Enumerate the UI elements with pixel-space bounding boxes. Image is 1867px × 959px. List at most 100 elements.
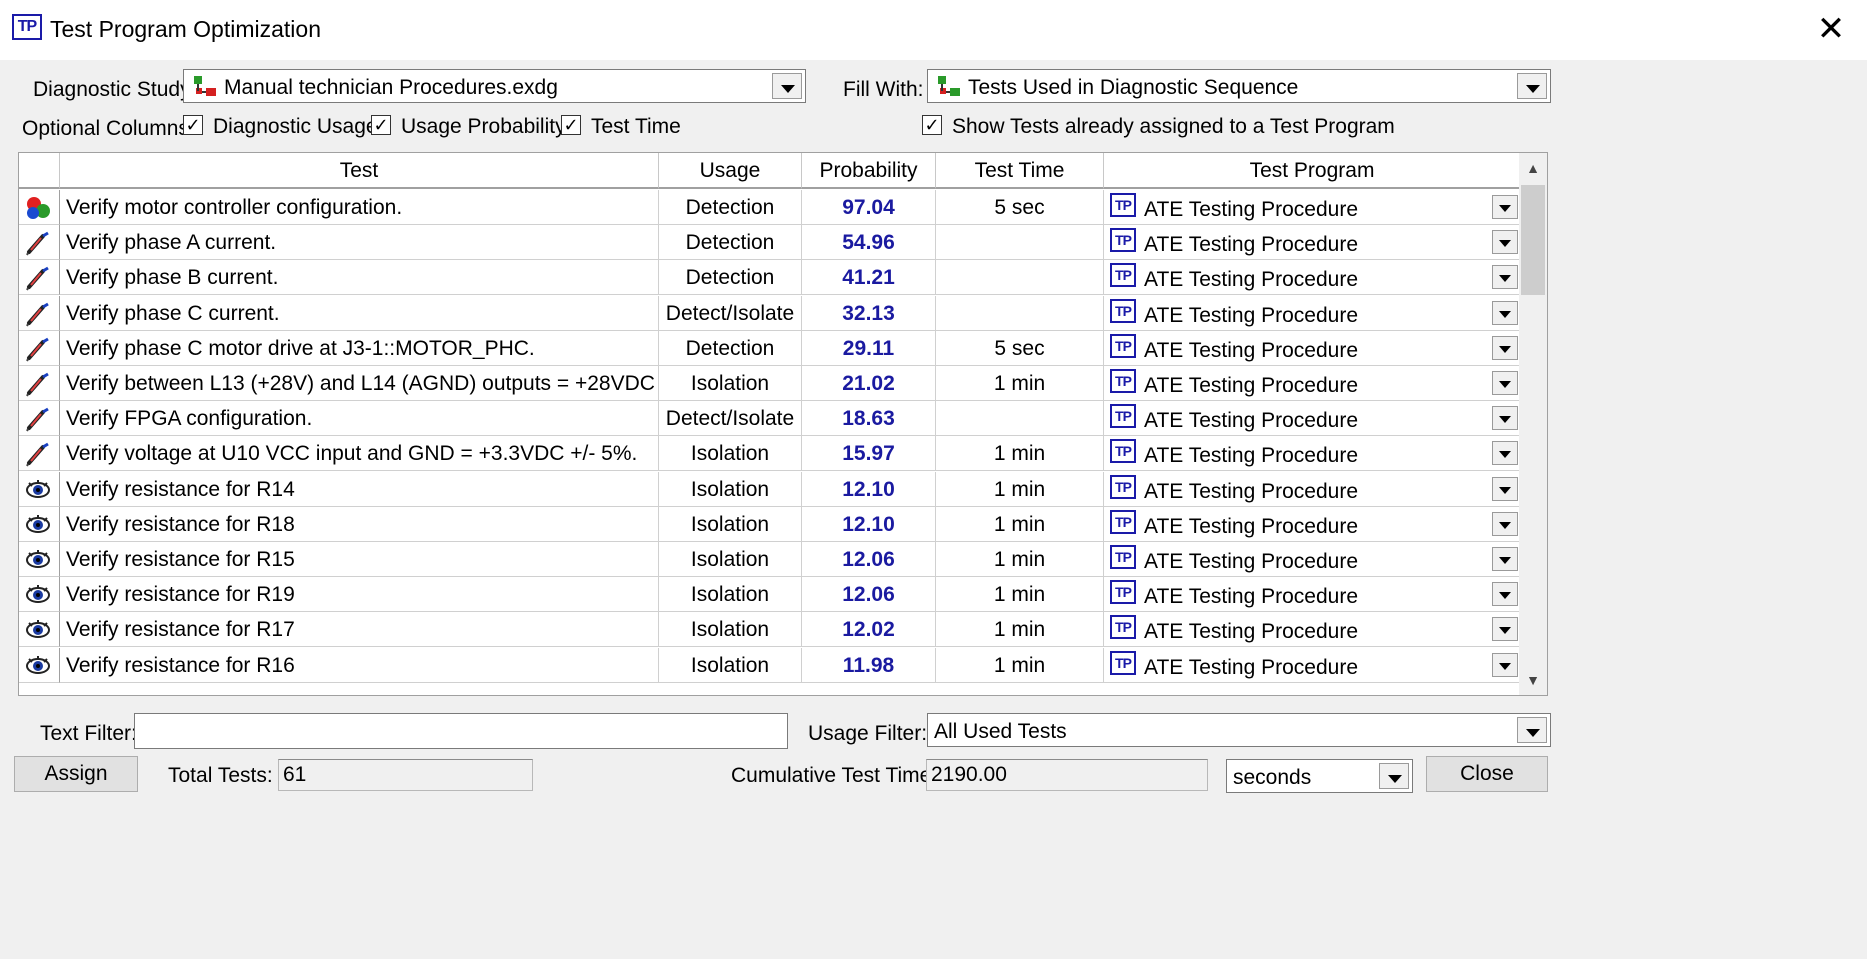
table-row[interactable]: Verify resistance for R18 Isolation 12.10 1… [19, 506, 1521, 542]
chevron-down-icon[interactable] [1492, 582, 1518, 607]
test-program-cell[interactable]: TP ATE Testing Procedure [1104, 330, 1521, 366]
test-program-value: ATE Testing Procedure [1144, 198, 1358, 221]
assign-button[interactable]: Assign [14, 756, 138, 792]
test-name-cell[interactable]: Verify phase B current. [60, 260, 659, 296]
probe-icon [26, 267, 49, 291]
test-name-cell[interactable]: Verify phase C current. [60, 295, 659, 331]
time-unit-select[interactable]: seconds [1226, 759, 1413, 793]
chevron-down-icon[interactable] [1492, 476, 1518, 501]
scroll-thumb[interactable] [1521, 185, 1545, 295]
header-probability[interactable]: Probability [802, 153, 936, 189]
table-row[interactable]: Verify resistance for R17 Isolation 12.02 1… [19, 612, 1521, 648]
chevron-down-icon[interactable] [1492, 617, 1518, 642]
show-assigned-checkbox[interactable]: ✓ [922, 115, 942, 135]
chevron-down-icon[interactable] [1492, 195, 1518, 219]
test-program-cell[interactable]: TP ATE Testing Procedure [1104, 612, 1521, 648]
header-test[interactable]: Test [60, 153, 659, 189]
chevron-down-icon[interactable] [1492, 511, 1518, 536]
test-name-cell[interactable]: Verify voltage at U10 VCC input and GND … [60, 436, 659, 472]
fill-with-select[interactable]: Tests Used in Diagnostic Sequence [927, 69, 1551, 103]
chevron-down-icon[interactable] [1492, 230, 1518, 255]
header-test-time[interactable]: Test Time [936, 153, 1104, 189]
tp-program-icon: TP [1110, 545, 1136, 569]
scroll-up-icon[interactable]: ▲ [1519, 153, 1547, 183]
chevron-down-icon[interactable] [1517, 73, 1547, 99]
chevron-down-icon[interactable] [1492, 371, 1518, 395]
chevron-down-icon[interactable] [1492, 406, 1518, 431]
row-icon-cell [19, 436, 60, 472]
usage-probability-checkbox[interactable]: ✓ [371, 115, 391, 135]
text-filter-input[interactable] [134, 713, 788, 749]
usage-cell: Detection [659, 330, 802, 366]
table-row[interactable]: Verify phase C motor drive at J3-1::MOTO… [19, 330, 1521, 366]
table-row[interactable]: Verify phase B current. Detection 41.21 TP A… [19, 260, 1521, 296]
test-program-cell[interactable]: TP ATE Testing Procedure [1104, 190, 1521, 225]
chevron-down-icon[interactable] [1492, 547, 1518, 571]
test-program-cell[interactable]: TP ATE Testing Procedure [1104, 577, 1521, 613]
test-time-checkbox[interactable]: ✓ [561, 115, 581, 135]
test-name-cell[interactable]: Verify resistance for R14 [60, 471, 659, 507]
chevron-down-icon[interactable] [1492, 300, 1518, 325]
test-program-cell[interactable]: TP ATE Testing Procedure [1104, 647, 1521, 683]
table-row[interactable]: Verify between L13 (+28V) and L14 (AGND)… [19, 366, 1521, 401]
table-row[interactable]: Verify resistance for R19 Isolation 12.06 1… [19, 577, 1521, 613]
test-program-cell[interactable]: TP ATE Testing Procedure [1104, 542, 1521, 577]
header-usage[interactable]: Usage [659, 153, 802, 189]
probe-icon [26, 407, 49, 432]
test-name-cell[interactable]: Verify resistance for R15 [60, 542, 659, 577]
test-program-cell[interactable]: TP ATE Testing Procedure [1104, 401, 1521, 437]
test-name-cell[interactable]: Verify FPGA configuration. [60, 401, 659, 437]
test-program-cell[interactable]: TP ATE Testing Procedure [1104, 471, 1521, 507]
test-name-cell[interactable]: Verify phase A current. [60, 225, 659, 261]
test-name-cell[interactable]: Verify resistance for R17 [60, 612, 659, 648]
row-icon-cell [19, 647, 60, 683]
chevron-down-icon[interactable] [1379, 763, 1409, 789]
table-row[interactable]: Verify voltage at U10 VCC input and GND … [19, 436, 1521, 472]
test-name-cell[interactable]: Verify phase C motor drive at J3-1::MOTO… [60, 330, 659, 366]
diagnostic-usage-checkbox[interactable]: ✓ [183, 115, 203, 135]
chevron-down-icon[interactable] [1517, 717, 1547, 743]
total-tests-value: 61 [278, 759, 533, 791]
probability-cell: 32.13 [802, 295, 936, 331]
eye-icon [26, 655, 50, 674]
usage-filter-select[interactable]: All Used Tests [927, 713, 1551, 747]
test-program-cell[interactable]: TP ATE Testing Procedure [1104, 295, 1521, 331]
tp-app-icon: TP [12, 14, 42, 40]
usage-cell: Detection [659, 260, 802, 296]
chevron-down-icon[interactable] [1492, 265, 1518, 290]
test-program-cell[interactable]: TP ATE Testing Procedure [1104, 506, 1521, 542]
chevron-down-icon[interactable] [1492, 441, 1518, 466]
test-program-cell[interactable]: TP ATE Testing Procedure [1104, 225, 1521, 261]
test-program-cell[interactable]: TP ATE Testing Procedure [1104, 366, 1521, 401]
table-row[interactable]: Verify resistance for R16 Isolation 11.98 1… [19, 647, 1521, 683]
test-name-cell[interactable]: Verify resistance for R19 [60, 577, 659, 613]
table-row[interactable]: Verify resistance for R15 Isolation 12.06 1… [19, 542, 1521, 577]
table-row[interactable]: Verify resistance for R14 Isolation 12.10 1… [19, 471, 1521, 507]
close-icon[interactable]: ✕ [1809, 8, 1853, 52]
test-name-cell[interactable]: Verify motor controller configuration. [60, 190, 659, 225]
diagnostic-study-select[interactable]: Manual technician Procedures.exdg [183, 69, 806, 103]
chevron-down-icon[interactable] [1492, 335, 1518, 360]
table-row[interactable]: Verify motor controller configuration. De… [19, 190, 1521, 225]
close-button[interactable]: Close [1426, 756, 1548, 792]
chevron-down-icon[interactable] [1492, 652, 1518, 677]
chevron-down-icon[interactable] [772, 73, 802, 99]
test-name-cell[interactable]: Verify between L13 (+28V) and L14 (AGND)… [60, 366, 659, 401]
usage-cell: Isolation [659, 577, 802, 613]
test-program-value: ATE Testing Procedure [1144, 338, 1358, 362]
test-time-cell: 1 min [936, 506, 1104, 542]
vertical-scrollbar[interactable]: ▲ ▼ [1519, 153, 1547, 695]
test-program-value: ATE Testing Procedure [1144, 550, 1358, 573]
test-program-cell[interactable]: TP ATE Testing Procedure [1104, 260, 1521, 296]
table-row[interactable]: Verify phase A current. Detection 54.96 TP A… [19, 225, 1521, 261]
probe-icon [26, 231, 49, 256]
table-row[interactable]: Verify FPGA configuration. Detect/Isolate… [19, 401, 1521, 437]
table-row[interactable]: Verify phase C current. Detect/Isolate 32.… [19, 295, 1521, 331]
test-program-cell[interactable]: TP ATE Testing Procedure [1104, 436, 1521, 472]
test-name-cell[interactable]: Verify resistance for R16 [60, 647, 659, 683]
test-name-cell[interactable]: Verify resistance for R18 [60, 506, 659, 542]
tests-grid[interactable]: Test Usage Probability Test Time Test Pr… [18, 152, 1548, 696]
scroll-down-icon[interactable]: ▼ [1519, 665, 1547, 695]
tp-program-icon: TP [1110, 650, 1136, 675]
header-test-program[interactable]: Test Program [1104, 153, 1521, 189]
